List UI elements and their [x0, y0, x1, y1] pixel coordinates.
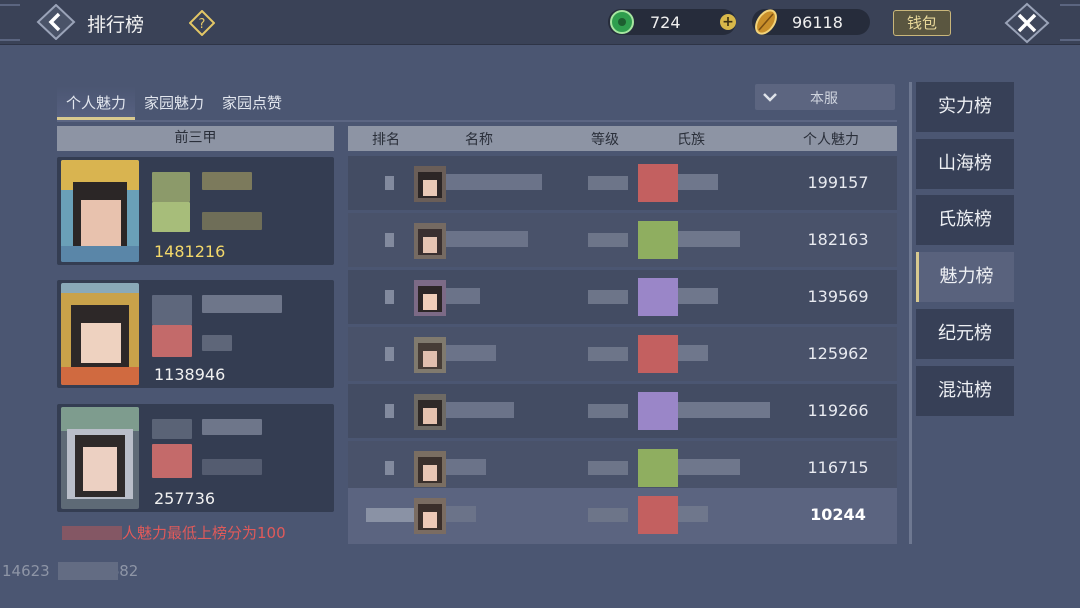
top3-score: 257736: [154, 489, 216, 508]
tab-personal-charm[interactable]: 个人魅力: [57, 86, 136, 120]
table-row[interactable]: 116715: [348, 441, 897, 495]
board-charm[interactable]: 魅力榜: [916, 252, 1014, 302]
clan-badge: [638, 335, 678, 373]
corner-ornament-right: [1060, 4, 1080, 41]
clan-badge: [638, 392, 678, 430]
tab-divider: [57, 120, 897, 122]
uid-head: 14623: [2, 562, 50, 580]
server-filter-value: 本服: [810, 91, 838, 107]
top3-card[interactable]: 1481216: [57, 157, 334, 265]
list-scrollbar[interactable]: [909, 82, 912, 544]
clan-badge: [638, 164, 678, 202]
table-row[interactable]: 119266: [348, 384, 897, 438]
top3-score: 1481216: [154, 242, 226, 261]
page-title: 排行榜: [87, 14, 145, 36]
jade-icon: [610, 10, 634, 34]
gold-amount: 96118: [792, 13, 843, 32]
uid-redacted: [58, 562, 118, 580]
svg-text:?: ?: [199, 17, 206, 32]
avatar: [61, 407, 139, 509]
board-clan[interactable]: 氏族榜: [916, 195, 1014, 245]
table-row[interactable]: 199157: [348, 156, 897, 210]
back-arrow-icon: [36, 3, 76, 41]
help-icon[interactable]: ?: [189, 10, 215, 36]
board-strength[interactable]: 实力榜: [916, 82, 1014, 132]
avatar: [414, 394, 446, 430]
wallet-button[interactable]: 钱包: [893, 10, 951, 36]
gold-seed-icon: [755, 9, 777, 35]
board-era[interactable]: 纪元榜: [916, 309, 1014, 359]
row-score: 199157: [807, 173, 869, 192]
top3-score: 1138946: [154, 365, 226, 384]
table-row[interactable]: 125962: [348, 327, 897, 381]
gold-currency: 96118: [752, 9, 870, 35]
add-jade-button[interactable]: +: [720, 14, 736, 30]
avatar: [414, 280, 446, 316]
tab-home-likes[interactable]: 家园点赞: [213, 86, 291, 120]
category-tabs: 个人魅力 家园魅力 家园点赞: [57, 86, 291, 122]
avatar: [61, 283, 139, 385]
tab-home-charm[interactable]: 家园魅力: [135, 86, 213, 120]
jade-amount: 724: [650, 13, 681, 32]
column-clan: 氏族: [677, 132, 705, 148]
self-rank-row[interactable]: 10244: [348, 488, 897, 544]
row-score: 182163: [807, 230, 869, 249]
row-score: 125962: [807, 344, 869, 363]
table-row[interactable]: 139569: [348, 270, 897, 324]
column-name: 名称: [465, 132, 493, 148]
clan-badge: [638, 278, 678, 316]
row-score: 116715: [807, 458, 869, 477]
min-score-note: 人魅力最低上榜分为100: [122, 524, 286, 542]
top-bar: 排行榜 ? 724 + 96118 钱包: [0, 0, 1080, 45]
clan-badge: [638, 449, 678, 487]
table-row[interactable]: 182163: [348, 213, 897, 267]
board-shanhai[interactable]: 山海榜: [916, 139, 1014, 189]
column-rank: 排名: [372, 132, 400, 148]
back-button[interactable]: [36, 3, 76, 41]
avatar: [414, 451, 446, 487]
board-chaos[interactable]: 混沌榜: [916, 366, 1014, 416]
clan-badge: [638, 221, 678, 259]
column-charm: 个人魅力: [803, 132, 859, 148]
row-score: 119266: [807, 401, 869, 420]
note-redacted: [62, 526, 122, 540]
column-level: 等级: [591, 132, 619, 148]
top3-card[interactable]: 1138946: [57, 280, 334, 388]
jade-currency: 724 +: [608, 9, 736, 35]
avatar: [414, 337, 446, 373]
avatar: [414, 166, 446, 202]
row-score: 139569: [807, 287, 869, 306]
avatar: [414, 498, 446, 534]
server-filter-dropdown[interactable]: 本服: [755, 84, 895, 110]
corner-ornament-left: [0, 4, 20, 41]
clan-badge: [638, 496, 678, 534]
row-score: 10244: [810, 505, 866, 524]
avatar: [414, 223, 446, 259]
top3-card[interactable]: 257736: [57, 404, 334, 512]
avatar: [61, 160, 139, 262]
top3-header: 前三甲: [57, 126, 334, 151]
table-header: 排名 名称 等级 氏族 个人魅力: [348, 126, 897, 151]
chevron-down-icon: [763, 93, 777, 102]
